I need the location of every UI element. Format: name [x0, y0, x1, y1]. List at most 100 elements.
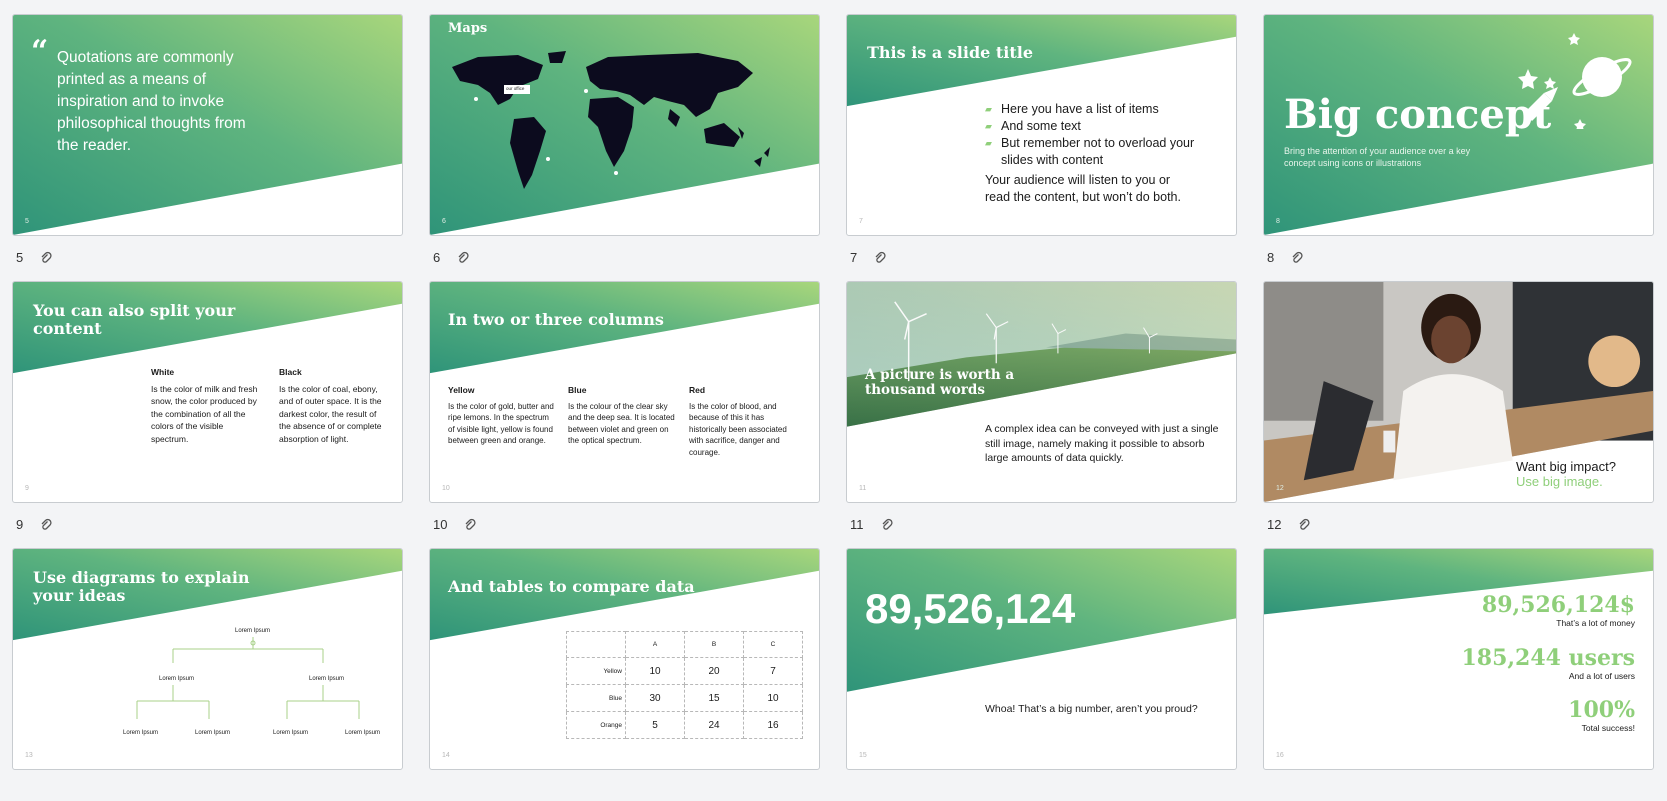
column-heading: Yellow — [448, 385, 475, 395]
slide-number: 13 — [25, 752, 33, 759]
slide-thumbnail[interactable]: And tables to compare data A B C Yellow … — [429, 548, 820, 770]
slide-card-11[interactable]: A picture is worth a thousand words A co… — [836, 267, 1252, 534]
slide-card-6[interactable]: Maps our office 6 6 — [419, 0, 835, 267]
body-text: Whoa! That’s a big number, aren’t you pr… — [985, 703, 1198, 715]
slide-index: 12 — [1267, 516, 1282, 532]
slide-thumbnail[interactable]: “ Quotations are commonly printed as a m… — [12, 14, 403, 236]
stat-label: That’s a lot of money — [1556, 618, 1635, 628]
slide-number: 16 — [1276, 752, 1284, 759]
slide-thumbnail[interactable]: 89,526,124$ That’s a lot of money 185,24… — [1263, 548, 1654, 770]
link-icon[interactable] — [1290, 250, 1304, 264]
column-text: Is the color of coal, ebony, and of oute… — [279, 383, 382, 444]
link-icon[interactable] — [873, 250, 887, 264]
slide-title: A picture is worth a thousand words — [865, 367, 1015, 398]
slide-number: 15 — [859, 752, 867, 759]
link-icon[interactable] — [880, 517, 894, 531]
bullet-list: ▰ Here you have a list of items ▰ And some… — [985, 101, 1195, 206]
slide-card-14[interactable]: And tables to compare data A B C Yellow … — [419, 534, 835, 801]
diagram-node: Lorem Ipsum — [159, 676, 195, 682]
link-icon[interactable] — [1297, 517, 1311, 531]
table-header: B — [684, 631, 744, 658]
link-icon[interactable] — [39, 250, 53, 264]
stat-value: 89,526,124$ — [1481, 592, 1635, 618]
slide-number: 10 — [442, 485, 450, 492]
impact-line-accent: Use big image. — [1516, 474, 1603, 489]
slide-thumbnail[interactable]: 89,526,124 Whoa! That’s a big number, ar… — [846, 548, 1237, 770]
data-table: A B C Yellow 10 20 7 Blue 30 15 10 Orang… — [566, 631, 803, 739]
diagram-node: Lorem Ipsum — [309, 676, 345, 682]
slide-card-16[interactable]: 89,526,124$ That’s a lot of money 185,24… — [1253, 534, 1667, 801]
column-text: Is the color of milk and fresh snow, the… — [151, 383, 258, 444]
slide-index: 6 — [433, 249, 441, 265]
slide-title: In two or three columns — [448, 310, 664, 329]
bullet-icon: ▰ — [985, 138, 992, 148]
slide-card-12[interactable]: Want big impact? Use big image. 12 12 — [1253, 267, 1667, 534]
slide-card-10[interactable]: In two or three columns Yellow Is the co… — [419, 267, 835, 534]
slide-number: 9 — [25, 485, 29, 492]
slide-thumbnail[interactable]: Maps our office 6 — [429, 14, 820, 236]
tree-diagram — [136, 637, 360, 719]
slide-title: Maps — [448, 21, 488, 36]
stat-value: 100% — [1568, 697, 1635, 723]
table-corner — [566, 631, 626, 658]
column-text: Is the color of blood, and because of th… — [689, 401, 787, 457]
column-text: Is the color of gold, butter and ripe le… — [448, 401, 554, 446]
slide-thumbnail[interactable]: Use diagrams to explain your ideas Lorem… — [12, 548, 403, 770]
table-row: Blue 30 15 10 — [566, 684, 803, 712]
slide-thumbnail[interactable]: Big concept Bring the attention of your … — [1263, 14, 1654, 236]
diagram-node: Lorem Ipsum — [273, 730, 309, 736]
slide-card-8[interactable]: Big concept Bring the attention of your … — [1253, 0, 1667, 267]
slide-card-13[interactable]: Use diagrams to explain your ideas Lorem… — [2, 534, 418, 801]
slide-thumbnail[interactable]: This is a slide title ▰ Here you have a l… — [846, 14, 1237, 236]
column-black: Black Is the color of coal, ebony, and o… — [279, 366, 389, 445]
column-heading: White — [151, 367, 175, 377]
slide-number: 7 — [859, 218, 863, 225]
table-header: A — [625, 631, 685, 658]
gradient-band — [847, 549, 1236, 692]
slide-thumbnail[interactable]: You can also split your content White Is… — [12, 281, 403, 503]
space-illustration-icon — [1518, 33, 1632, 129]
world-map — [452, 51, 770, 189]
column-white: White Is the color of milk and fresh sno… — [151, 366, 261, 445]
bullet-icon: ▰ — [985, 121, 992, 131]
column-text: Is the colour of the clear sky and the d… — [568, 401, 675, 446]
link-icon[interactable] — [39, 517, 53, 531]
quote-mark-icon: “ — [31, 34, 49, 69]
stat-label: Total success! — [1581, 723, 1635, 733]
body-text: Your audience will listen to you or read… — [985, 173, 1181, 204]
slide-card-5[interactable]: “ Quotations are commonly printed as a m… — [2, 0, 418, 267]
column-red: Red Is the color of blood, and because o… — [689, 384, 799, 458]
slide-thumbnail[interactable]: In two or three columns Yellow Is the co… — [429, 281, 820, 503]
column-heading: Blue — [568, 385, 587, 395]
slide-index: 8 — [1267, 249, 1275, 265]
slide-title: You can also split your content — [33, 301, 236, 338]
table-row: Yellow 10 20 7 — [566, 657, 803, 685]
link-icon[interactable] — [456, 250, 470, 264]
diagram-node: Lorem Ipsum — [123, 730, 159, 736]
slide-card-15[interactable]: 89,526,124 Whoa! That’s a big number, ar… — [836, 534, 1252, 801]
slide-thumbnail[interactable]: A picture is worth a thousand words A co… — [846, 281, 1237, 503]
column-heading: Red — [689, 385, 706, 395]
slide-index: 5 — [16, 249, 24, 265]
slide-card-9[interactable]: You can also split your content White Is… — [2, 267, 418, 534]
table-row: Orange 5 24 16 — [566, 711, 803, 739]
big-number: 89,526,124 — [865, 585, 1076, 632]
subtitle: Bring the attention of your audience ove… — [1284, 146, 1471, 168]
slide-number: 5 — [25, 218, 29, 225]
slide-title: Big concept — [1284, 91, 1552, 138]
list-item: ▰ Here you have a list of items — [985, 102, 1159, 116]
link-icon[interactable] — [463, 517, 477, 531]
slide-index: 7 — [850, 249, 858, 265]
slide-index: 9 — [16, 516, 24, 532]
stat-label: And a lot of users — [1568, 670, 1635, 681]
slide-thumbnail[interactable]: Want big impact? Use big image. 12 — [1263, 281, 1654, 503]
bullet-icon: ▰ — [985, 104, 992, 114]
diagram-node: Lorem Ipsum — [235, 628, 271, 634]
slide-index: 10 — [433, 516, 448, 532]
table-header: C — [743, 631, 803, 658]
quote-text: Quotations are commonly printed as a mea… — [57, 49, 246, 154]
list-item: ▰ And some text — [985, 119, 1081, 133]
stat-value: 185,244 users — [1461, 644, 1635, 671]
slide-card-7[interactable]: This is a slide title ▰ Here you have a l… — [836, 0, 1252, 267]
column-yellow: Yellow Is the color of gold, butter and … — [448, 384, 554, 447]
